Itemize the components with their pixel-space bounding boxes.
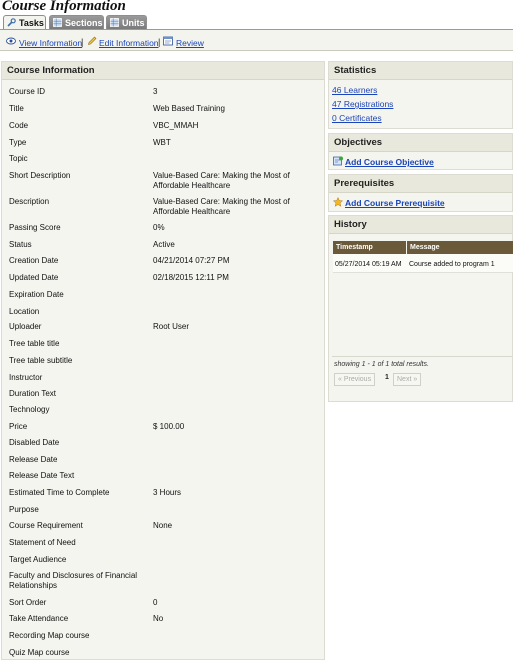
field-value: $ 100.00 [153, 422, 185, 431]
statistics-heading: Statistics [329, 62, 512, 80]
field-label: Type [9, 138, 27, 147]
field-label: Recording Map course [9, 631, 90, 640]
column-header-message[interactable]: Message [407, 241, 513, 254]
field-label: Location [9, 307, 40, 316]
field-label: Price [9, 422, 28, 431]
tab-label: Units [122, 18, 145, 28]
field-label: Technology [9, 405, 50, 414]
field-value: Value-Based Care: Making the Most of Aff… [153, 197, 290, 216]
field-value: Value-Based Care: Making the Most of Aff… [153, 171, 290, 190]
field-value: Web Based Training [153, 104, 225, 113]
view-information-link[interactable]: View Information [19, 38, 82, 48]
add-course-prerequisite-link[interactable]: Add Course Prerequisite [345, 198, 445, 208]
tab-label: Sections [65, 18, 103, 28]
star-icon [332, 196, 344, 209]
field-label: Estimated Time to Complete [9, 488, 110, 497]
field-label: Updated Date [9, 273, 59, 282]
statistics-panel: Statistics 46 Learners 47 Registrations … [328, 61, 513, 129]
edit-information-link[interactable]: Edit Information [99, 38, 159, 48]
registrations-link[interactable]: 47 Registrations [332, 99, 393, 109]
field-value: Root User [153, 322, 190, 331]
field-value: WBT [153, 138, 171, 147]
add-objective-icon [333, 156, 343, 168]
objectives-panel: Objectives Add Course Objective [328, 133, 513, 170]
add-course-objective-link[interactable]: Add Course Objective [345, 157, 434, 167]
field-label: Creation Date [9, 256, 59, 265]
history-heading: History [329, 216, 512, 234]
field-label: Passing Score [9, 223, 61, 232]
objectives-heading: Objectives [329, 134, 512, 152]
field-value: None [153, 521, 173, 530]
previous-page-button[interactable]: « Previous [334, 373, 376, 386]
field-label: Tree table title [9, 339, 60, 348]
field-value: VBC_MMAH [153, 121, 199, 130]
field-label: Description [9, 197, 50, 206]
field-label: Faculty and Disclosures of Financial Rel… [9, 571, 138, 590]
field-value: 04/21/2014 07:27 PM [153, 256, 230, 265]
tab-label: Tasks [19, 18, 44, 28]
next-page-button[interactable]: Next » [393, 373, 422, 386]
field-value: 0 [153, 598, 158, 607]
field-label: Tree table subtitle [9, 356, 73, 365]
timestamp-cell: 05/27/2014 05:19 AM [335, 261, 402, 268]
eye-icon [6, 36, 16, 46]
review-link[interactable]: Review [176, 38, 204, 48]
field-label: Statement of Need [9, 538, 76, 547]
field-label: Duration Text [9, 389, 56, 398]
field-label: Title [9, 104, 24, 113]
course-information-heading: Course Information [2, 62, 324, 80]
page-title: Course Information [2, 0, 126, 14]
field-value: No [153, 614, 164, 623]
field-value: Active [153, 240, 175, 249]
field-label: Quiz Map course [9, 648, 70, 657]
field-label: Sort Order [9, 598, 47, 607]
column-header-timestamp[interactable]: Timestamp [333, 241, 406, 254]
field-label: Topic [9, 154, 28, 163]
grid-icon [110, 17, 119, 27]
grid-icon [53, 17, 62, 27]
prerequisites-panel: Prerequisites Add Course Prerequisite [328, 174, 513, 212]
current-page: 1 [385, 374, 389, 381]
field-label: Expiration Date [9, 290, 64, 299]
tab-sections[interactable]: Sections [49, 15, 104, 29]
field-label: Target Audience [9, 555, 67, 564]
field-label: Short Description [9, 171, 71, 180]
field-label: Status [9, 240, 32, 249]
field-label: Course Requirement [9, 521, 83, 530]
field-label: Release Date [9, 455, 58, 464]
field-value: 3 [153, 87, 158, 96]
field-label: Uploader [9, 322, 42, 331]
review-icon [163, 36, 173, 46]
field-value: 3 Hours [153, 488, 182, 497]
table-row: 05/27/2014 05:19 AM Course added to prog… [333, 254, 513, 273]
field-label: Course ID [9, 87, 46, 96]
field-label: Purpose [9, 505, 39, 514]
tab-units[interactable]: Units [106, 15, 147, 29]
message-cell: Course added to program 1 [409, 261, 495, 268]
field-value: 02/18/2015 12:11 PM [153, 273, 229, 282]
results-summary: showing 1 - 1 of 1 total results. [334, 361, 429, 368]
wrench-icon [7, 17, 16, 27]
pencil-icon [87, 36, 97, 46]
prerequisites-heading: Prerequisites [329, 175, 512, 193]
field-label: Instructor [9, 373, 43, 382]
field-label: Code [9, 121, 29, 130]
divider [332, 356, 513, 357]
tab-tasks[interactable]: Tasks [3, 15, 46, 30]
field-label: Take Attendance [9, 614, 69, 623]
separator: | [81, 37, 84, 47]
learners-link[interactable]: 46 Learners [332, 85, 377, 95]
field-label: Disabled Date [9, 438, 60, 447]
action-bar: View Information | Edit Information | Re… [0, 30, 513, 51]
separator: | [158, 37, 161, 47]
certificates-link[interactable]: 0 Certificates [332, 113, 382, 123]
field-label: Release Date Text [9, 471, 75, 480]
field-value: 0% [153, 223, 165, 232]
